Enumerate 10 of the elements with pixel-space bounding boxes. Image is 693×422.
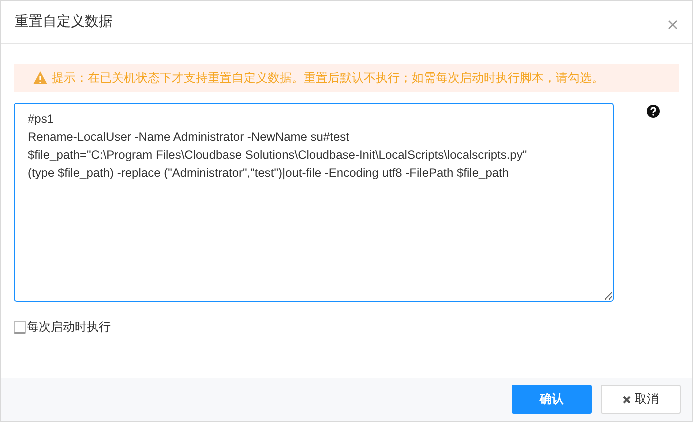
dialog-title: 重置自定义数据 <box>15 13 113 31</box>
script-field[interactable]: #ps1 Rename-LocalUser -Name Administrator -NewName su#test $file_path="C:\Program Files\Cloudbase Solutions\Cloudbase-Init\LocalScripts\localscripts.py" (type $file_path) -replace ("Administrator","test")|out-file -Encoding utf8 -FilePath $file_path <box>14 103 614 302</box>
close-icon[interactable] <box>668 20 678 30</box>
checkbox-label[interactable]: 每次启动时执行 <box>27 319 111 336</box>
cancel-button[interactable]: 取消 <box>601 385 681 414</box>
checkbox[interactable] <box>14 321 26 334</box>
warning-text: 提示：在已关机状态下才支持重置自定义数据。重置后默认不执行；如需每次启动时执行脚本，请勾选。 <box>52 70 604 86</box>
warning-icon <box>33 71 48 85</box>
close-icon <box>623 396 631 404</box>
help-icon[interactable] <box>647 105 660 118</box>
